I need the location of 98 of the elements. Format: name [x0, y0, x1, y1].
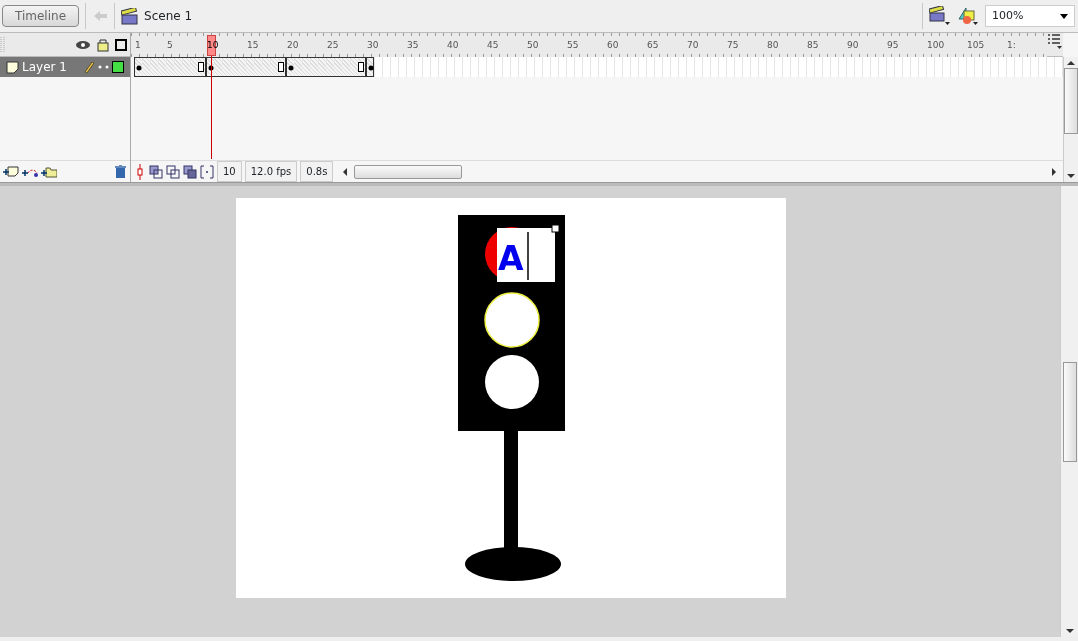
- grip-icon: [0, 36, 5, 53]
- frame-number: 15: [247, 39, 260, 52]
- keyframe-dot-icon: [136, 65, 142, 71]
- edit-scene-icon[interactable]: [929, 6, 951, 26]
- tween-frame[interactable]: [230, 57, 238, 77]
- tween-frame[interactable]: [182, 57, 190, 77]
- tween-frame[interactable]: [214, 57, 222, 77]
- panel-menu-icon[interactable]: [1047, 33, 1063, 49]
- current-frame: 10: [217, 161, 242, 182]
- tween-frame[interactable]: [302, 57, 310, 77]
- text-box-text: A: [498, 239, 524, 278]
- edit-multiple-frames-icon[interactable]: [183, 164, 197, 179]
- dot-icon[interactable]: [105, 65, 109, 69]
- layer-icon: [6, 60, 19, 74]
- scroll-left-icon[interactable]: [342, 167, 349, 176]
- frame-number: 65: [647, 39, 660, 52]
- tween-frame[interactable]: [222, 57, 230, 77]
- tween-frame[interactable]: [350, 57, 358, 77]
- scroll-up-icon[interactable]: [1067, 60, 1075, 65]
- scroll-down-icon[interactable]: [1065, 629, 1074, 634]
- onion-markers-icon[interactable]: [200, 164, 214, 179]
- frame-number: 100: [927, 39, 946, 52]
- lock-icon[interactable]: [97, 37, 109, 52]
- end-frame-icon: [358, 62, 364, 72]
- end-frame-icon: [198, 62, 204, 72]
- dot-icon[interactable]: [98, 65, 102, 69]
- insert-folder-icon[interactable]: [41, 165, 57, 178]
- frame-number: 10: [207, 39, 220, 52]
- outline-icon[interactable]: [115, 38, 127, 51]
- scene-name: Scene 1: [144, 8, 193, 25]
- scroll-down-icon[interactable]: [1067, 174, 1075, 179]
- tween-frame[interactable]: [246, 57, 254, 77]
- tween-frame[interactable]: [318, 57, 326, 77]
- vertical-scrollbar[interactable]: [1060, 186, 1078, 637]
- tween-frame[interactable]: [294, 57, 302, 77]
- tween-frame[interactable]: [342, 57, 350, 77]
- scrollbar-thumb[interactable]: [354, 164, 463, 179]
- frame-number: 45: [487, 39, 500, 52]
- playhead[interactable]: [207, 35, 216, 160]
- tween-frame[interactable]: [150, 57, 158, 77]
- tween-frame[interactable]: [166, 57, 174, 77]
- layer-name: Layer 1: [22, 59, 68, 76]
- frame-number: 1:: [1007, 39, 1017, 52]
- frame-number: 60: [607, 39, 620, 52]
- insert-layer-icon[interactable]: [3, 165, 19, 178]
- frame-number: 50: [527, 39, 540, 52]
- clapperboard-icon: [121, 7, 139, 25]
- trash-icon[interactable]: [114, 164, 127, 179]
- tween-frame[interactable]: [174, 57, 182, 77]
- text-cursor: [527, 231, 529, 281]
- keyframe-dot-icon: [208, 65, 214, 71]
- tween-frame[interactable]: [310, 57, 318, 77]
- end-frame-icon: [278, 62, 284, 72]
- traffic-light-drawing[interactable]: [458, 215, 565, 581]
- frame-number: 35: [407, 39, 420, 52]
- tween-frame[interactable]: [158, 57, 166, 77]
- frame-number: 25: [327, 39, 340, 52]
- tween-frame[interactable]: [142, 57, 150, 77]
- layer-row[interactable]: Layer 1: [0, 57, 130, 77]
- scrollbar-thumb[interactable]: [1064, 68, 1078, 134]
- scroll-right-icon[interactable]: [1051, 167, 1057, 176]
- edit-symbols-icon[interactable]: [957, 6, 979, 26]
- keyframe-dot-icon: [288, 65, 294, 71]
- frame-number: 85: [807, 39, 820, 52]
- frame-number: 20: [287, 39, 300, 52]
- frame-number: 70: [687, 39, 700, 52]
- tween-frame[interactable]: [238, 57, 246, 77]
- tween-frame[interactable]: [262, 57, 270, 77]
- eye-icon[interactable]: [75, 38, 91, 51]
- tween-frame[interactable]: [270, 57, 278, 77]
- tween-frame[interactable]: [254, 57, 262, 77]
- layer-color-swatch[interactable]: [112, 61, 124, 73]
- scrollbar-thumb[interactable]: [1062, 362, 1077, 462]
- zoom-dropdown[interactable]: 100%: [985, 5, 1075, 27]
- frame-number: 40: [447, 39, 460, 52]
- frame-rate: 12.0 fps: [244, 161, 298, 182]
- keyframe-dot-icon: [368, 65, 374, 71]
- vertical-scrollbar[interactable]: [1063, 57, 1078, 182]
- tween-frame[interactable]: [190, 57, 198, 77]
- caret-icon: [1060, 13, 1068, 19]
- frame-number: 105: [967, 39, 986, 52]
- frame-number: 90: [847, 39, 860, 52]
- tween-frame[interactable]: [334, 57, 342, 77]
- onion-outlines-icon[interactable]: [166, 164, 180, 179]
- text-box[interactable]: [497, 224, 560, 282]
- frame-number: 75: [727, 39, 740, 52]
- tween-frame[interactable]: [326, 57, 334, 77]
- elapsed-time: 0.8s: [300, 161, 334, 182]
- center-frame-icon[interactable]: [134, 163, 146, 180]
- pencil-icon: [83, 60, 95, 74]
- frame-number: 95: [887, 39, 900, 52]
- frame-number: 5: [167, 39, 174, 52]
- timeline-button[interactable]: Timeline: [2, 5, 80, 27]
- frame-number: 80: [767, 39, 780, 52]
- onion-skin-icon[interactable]: [149, 164, 163, 179]
- frame-number: 55: [567, 39, 580, 52]
- frame-number: 1: [135, 39, 142, 52]
- frame-number: 30: [367, 39, 380, 52]
